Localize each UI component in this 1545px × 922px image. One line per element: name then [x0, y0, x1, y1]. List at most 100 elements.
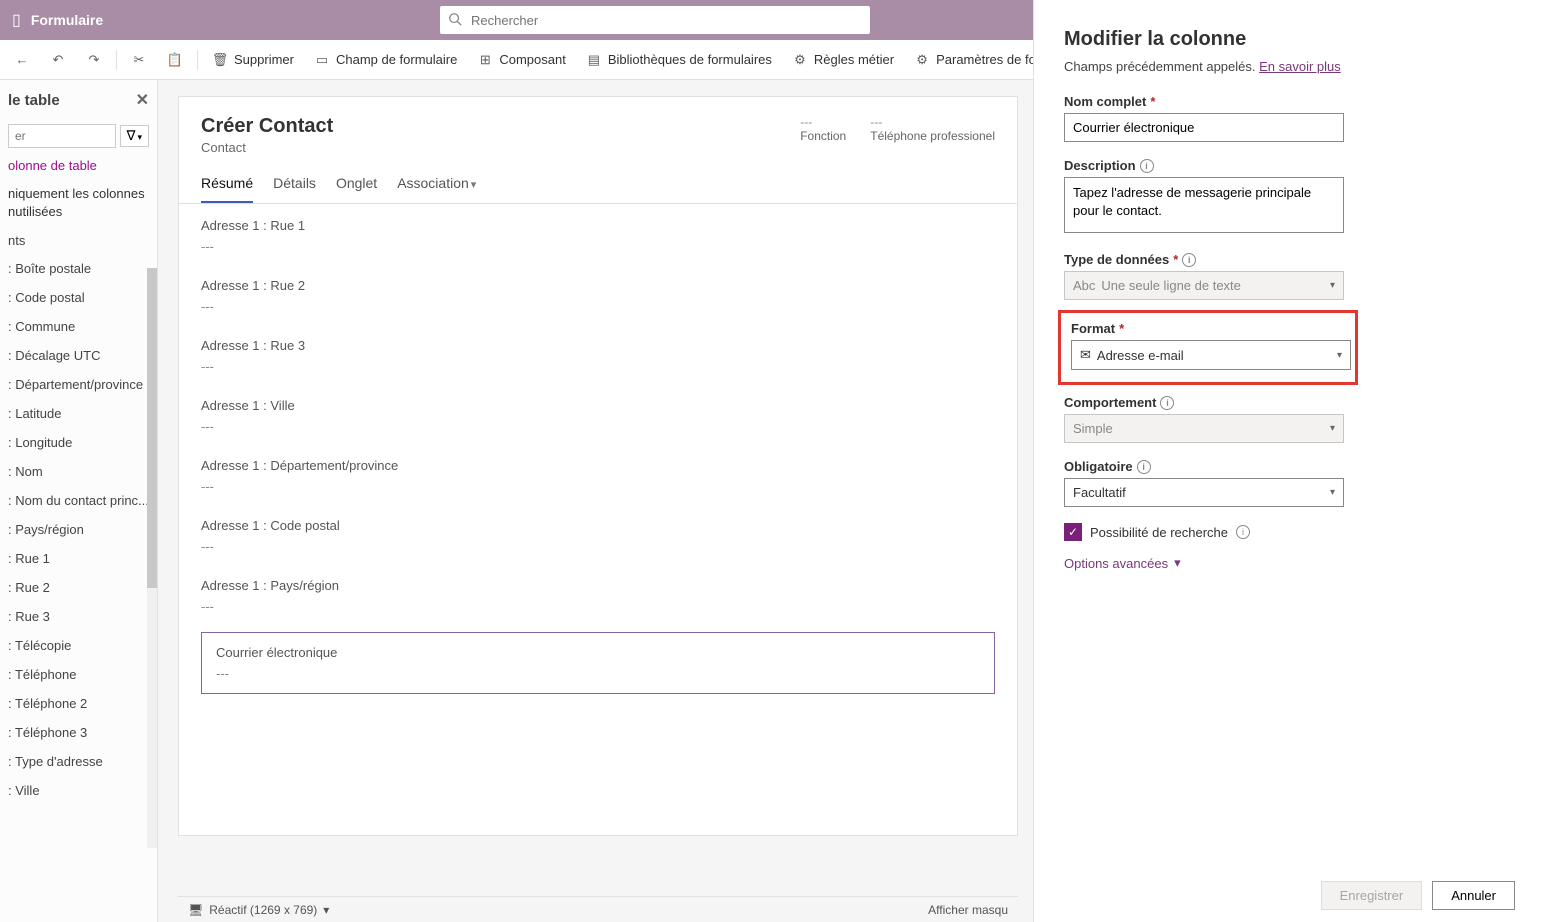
form-field-button[interactable]: ▭ Champ de formulaire — [304, 46, 467, 74]
behavior-select: Simple ▾ — [1064, 414, 1344, 443]
format-label: Format* — [1071, 321, 1345, 336]
global-search[interactable] — [440, 6, 870, 34]
search-input[interactable] — [440, 6, 870, 34]
field-icon: ▭ — [314, 52, 330, 68]
display-name-input[interactable] — [1064, 113, 1344, 142]
info-icon[interactable]: i — [1182, 253, 1196, 267]
filter-icon: ∇ — [127, 128, 136, 143]
column-item[interactable]: : Rue 2 — [0, 573, 157, 602]
column-item[interactable]: : Nom — [0, 457, 157, 486]
info-icon[interactable]: i — [1137, 460, 1151, 474]
tab-association[interactable]: Association▾ — [397, 165, 476, 203]
tab-résumé[interactable]: Résumé — [201, 165, 253, 203]
form-field[interactable]: Adresse 1 : Département/province--- — [201, 448, 995, 508]
form-entity: Contact — [201, 140, 333, 155]
params-icon: ⚙ — [914, 52, 930, 68]
delete-button[interactable]: 🗑 Supprimer — [202, 46, 304, 74]
columns-filter-input[interactable] — [8, 124, 116, 148]
redo-button[interactable]: ↷ — [76, 46, 112, 74]
form-field[interactable]: Adresse 1 : Rue 2--- — [201, 268, 995, 328]
required-label: Obligatoire i — [1064, 459, 1515, 474]
column-item[interactable]: : Longitude — [0, 428, 157, 457]
info-icon[interactable]: i — [1140, 159, 1154, 173]
format-value: Adresse e-mail — [1097, 348, 1184, 363]
column-item[interactable]: : Téléphone 2 — [0, 689, 157, 718]
undo-button[interactable]: ↶ — [40, 46, 76, 74]
advanced-options-toggle[interactable]: Options avancées ▾ — [1064, 555, 1515, 571]
field-label: Adresse 1 : Code postal — [201, 518, 995, 533]
searchable-row[interactable]: ✓ Possibilité de recherche i — [1064, 523, 1515, 541]
column-item[interactable]: : Téléphone — [0, 660, 157, 689]
tab-détails[interactable]: Détails — [273, 165, 316, 203]
save-button: Enregistrer — [1321, 881, 1423, 910]
paste-button[interactable]: 📋 — [157, 46, 193, 74]
required-asterisk: * — [1150, 94, 1155, 109]
column-item[interactable]: : Rue 1 — [0, 544, 157, 573]
text-icon: Abc — [1073, 278, 1095, 293]
column-item[interactable]: : Boîte postale — [0, 254, 157, 283]
info-icon[interactable]: i — [1236, 525, 1250, 539]
column-item[interactable]: : Pays/région — [0, 515, 157, 544]
separator — [197, 50, 198, 70]
business-rules-button[interactable]: ⚙ Règles métier — [782, 46, 904, 74]
required-value: Facultatif — [1073, 485, 1126, 500]
form-libs-button[interactable]: ▤ Bibliothèques de formulaires — [576, 46, 782, 74]
new-table-column[interactable]: olonne de table — [0, 152, 157, 179]
cut-button[interactable]: ✂ — [121, 46, 157, 74]
show-hidden-link[interactable]: Afficher masqu — [928, 903, 1008, 917]
required-select[interactable]: Facultatif ▾ — [1064, 478, 1344, 507]
form-field[interactable]: Adresse 1 : Pays/région--- — [201, 568, 995, 628]
form-field[interactable]: Adresse 1 : Ville--- — [201, 388, 995, 448]
columns-panel-title: le table — [8, 92, 60, 109]
form-field[interactable]: Adresse 1 : Rue 3--- — [201, 328, 995, 388]
scrollbar-thumb[interactable] — [147, 268, 157, 588]
filter-button[interactable]: ∇▾ — [120, 125, 149, 147]
column-item[interactable]: : Ville — [0, 776, 157, 805]
cancel-button[interactable]: Annuler — [1432, 881, 1515, 910]
columns-list: : Boîte postale: Code postal: Commune: D… — [0, 254, 157, 834]
column-item[interactable]: : Nom du contact princ... — [0, 486, 157, 515]
form-field[interactable]: Courrier électronique--- — [201, 632, 995, 694]
field-label: Adresse 1 : Ville — [201, 398, 995, 413]
form-canvas: Créer Contact Contact --- Fonction --- T… — [178, 96, 1018, 836]
form-header: Créer Contact Contact --- Fonction --- T… — [179, 97, 1017, 165]
column-item[interactable]: : Code postal — [0, 283, 157, 312]
column-item[interactable]: : Télécopie — [0, 631, 157, 660]
show-unused-toggle[interactable]: niquement les colonnes nutilisées — [0, 179, 157, 227]
format-select[interactable]: ✉ Adresse e-mail ▾ — [1071, 340, 1351, 370]
redo-icon: ↷ — [86, 52, 102, 68]
responsive-indicator[interactable]: 🖥 Réactif (1269 x 769) ▾ — [188, 903, 329, 917]
description-input[interactable] — [1064, 177, 1344, 233]
column-item[interactable]: : Téléphone 3 — [0, 718, 157, 747]
panel-footer: Enregistrer Annuler — [1321, 881, 1515, 910]
column-item[interactable]: : Département/province — [0, 370, 157, 399]
email-icon: ✉ — [1080, 347, 1091, 363]
trash-icon: 🗑 — [212, 52, 228, 68]
form-nav-icon: ▯ — [12, 10, 21, 30]
info-icon[interactable]: i — [1160, 396, 1174, 410]
field-label: Adresse 1 : Département/province — [201, 458, 995, 473]
component-label: Composant — [499, 52, 565, 67]
panel-title: Modifier la colonne — [1064, 28, 1515, 51]
searchable-checkbox[interactable]: ✓ — [1064, 523, 1082, 541]
field-label: Adresse 1 : Rue 1 — [201, 218, 995, 233]
column-item[interactable]: : Latitude — [0, 399, 157, 428]
form-field[interactable]: Adresse 1 : Rue 1 --- — [201, 208, 995, 268]
back-icon: ← — [14, 52, 30, 68]
column-item[interactable]: : Commune — [0, 312, 157, 341]
component-button[interactable]: ⊞ Composant — [467, 46, 575, 74]
chevron-down-icon: ▾ — [1337, 350, 1342, 361]
column-item[interactable]: : Décalage UTC — [0, 341, 157, 370]
learn-more-link[interactable]: En savoir plus — [1259, 59, 1341, 74]
back-button[interactable]: ← — [4, 46, 40, 74]
field-value: --- — [201, 239, 995, 254]
separator — [116, 50, 117, 70]
column-item[interactable]: : Rue 3 — [0, 602, 157, 631]
close-icon[interactable]: ✕ — [136, 90, 149, 110]
app-title: Formulaire — [31, 12, 103, 28]
form-field[interactable]: Adresse 1 : Code postal--- — [201, 508, 995, 568]
scrollbar[interactable] — [147, 268, 157, 848]
column-item[interactable]: : Type d'adresse — [0, 747, 157, 776]
tab-onglet[interactable]: Onglet — [336, 165, 377, 203]
field-label: Adresse 1 : Rue 3 — [201, 338, 995, 353]
